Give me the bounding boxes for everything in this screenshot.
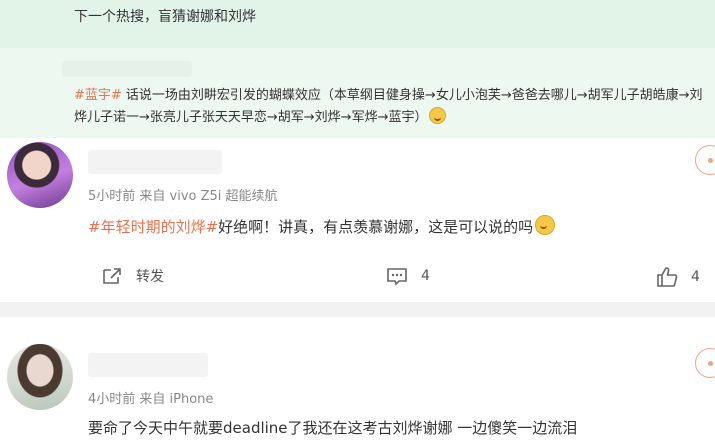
post-meta: 5小时前 来自 vivo Z5i 超能续航: [88, 189, 278, 204]
repost-icon: [101, 266, 123, 286]
repost-content: #蓝宇# 话说一场由刘畊宏引发的蝴蝶效应（本草纲目健身操→女儿小泡芙→爸爸去哪儿…: [74, 85, 710, 129]
comment-count: 4: [421, 268, 430, 284]
repost-button[interactable]: 转发: [101, 266, 164, 286]
comment-button[interactable]: 4: [386, 266, 430, 286]
repost-block[interactable]: #蓝宇# 话说一场由刘畊宏引发的蝴蝶效应（本草纲目健身操→女儿小泡芙→爸爸去哪儿…: [0, 48, 715, 138]
top-post-text: 下一个热搜，盲猜谢娜和刘烨: [74, 9, 256, 25]
thinking-emoji-icon: [535, 215, 556, 235]
post-text: 好绝啊！讲真，有点羡慕谢娜，这是可以说的吗: [218, 218, 534, 236]
like-button[interactable]: 4: [656, 266, 700, 288]
post-content: #年轻时期的刘烨#好绝啊！讲真，有点羡慕谢娜，这是可以说的吗: [88, 215, 556, 237]
like-count: 4: [691, 269, 700, 285]
post-card: 5小时前 来自 vivo Z5i 超能续航 #年轻时期的刘烨#好绝啊！讲真，有点…: [0, 138, 715, 302]
post-hashtag[interactable]: #年轻时期的刘烨#: [88, 218, 218, 236]
comment-icon: [386, 266, 408, 286]
repost-hashtag[interactable]: #蓝宇#: [74, 88, 122, 103]
divider: [0, 302, 715, 317]
repost-label: 转发: [136, 269, 164, 285]
follow-icon[interactable]: [695, 348, 715, 378]
avatar[interactable]: [7, 142, 73, 208]
username-blurred[interactable]: [88, 150, 222, 174]
avatar[interactable]: [7, 344, 73, 410]
post-card: 4小时前 来自 iPhone 要命了今天中午就要deadline了我还在这考古刘…: [0, 317, 715, 443]
username-blurred[interactable]: [88, 353, 208, 377]
repost-author-blurred: [62, 61, 192, 77]
like-icon: [656, 266, 678, 288]
top-post-block: 下一个热搜，盲猜谢娜和刘烨: [0, 0, 715, 48]
laughing-crying-emoji-icon: [429, 107, 447, 124]
post-meta: 4小时前 来自 iPhone: [88, 392, 214, 407]
post-text: 要命了今天中午就要deadline了我还在这考古刘烨谢娜 一边傻笑一边流泪: [88, 419, 578, 437]
follow-icon[interactable]: [695, 145, 715, 175]
repost-text: 话说一场由刘畊宏引发的蝴蝶效应（本草纲目健身操→女儿小泡芙→爸爸去哪儿→胡军儿子…: [74, 88, 703, 125]
